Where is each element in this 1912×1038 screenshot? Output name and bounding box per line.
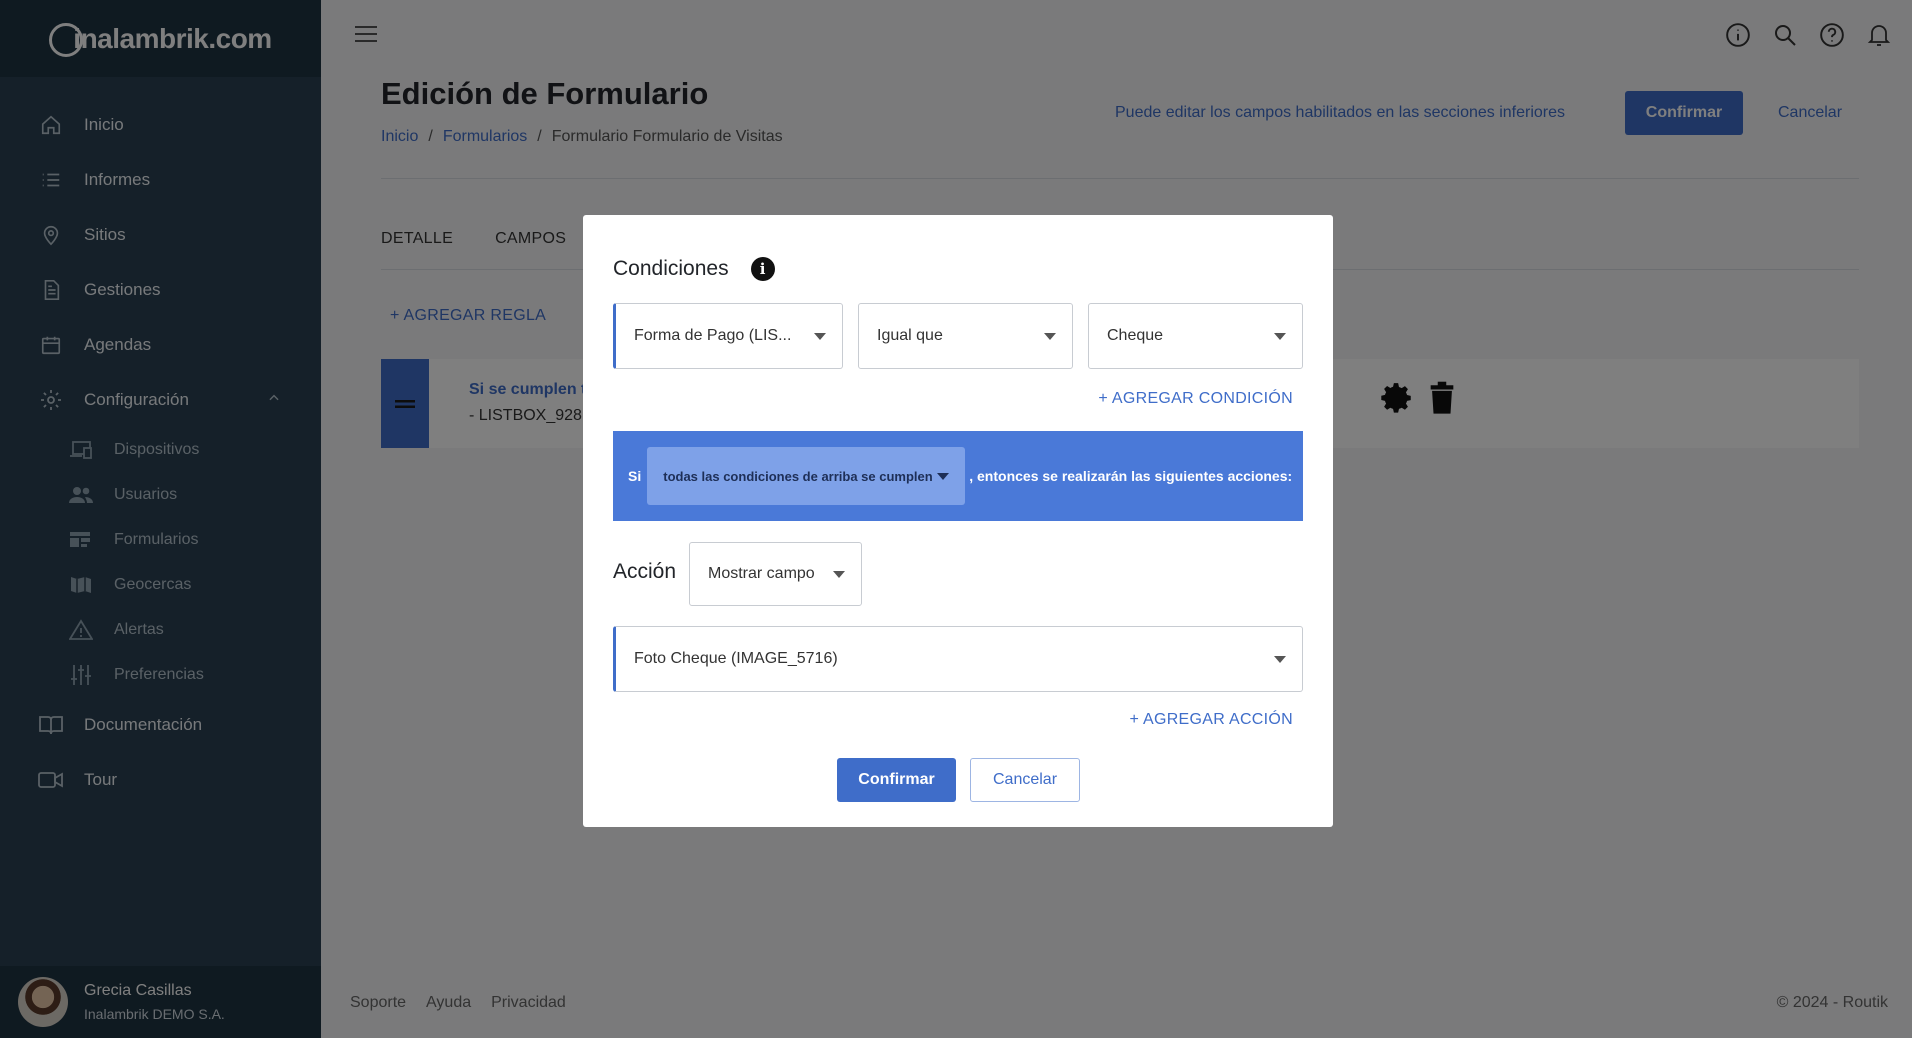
banner-suffix: , entonces se realizarán las siguientes … [969,468,1293,484]
modal-cancel-button[interactable]: Cancelar [970,758,1080,802]
chevron-down-icon [833,571,845,578]
match-mode-value: todas las condiciones de arriba se cumpl… [663,468,933,484]
add-condition-button[interactable]: + AGREGAR CONDICIÓN [1098,390,1293,408]
banner-prefix: Si [628,468,642,484]
condition-operator-select[interactable]: Igual que [858,303,1073,369]
info-icon[interactable]: i [750,257,775,281]
rule-logic-banner: Si todas las condiciones de arriba se cu… [613,431,1303,521]
chevron-down-icon [937,473,950,480]
condition-value-value: Cheque [1107,327,1164,344]
condition-field-select[interactable]: Forma de Pago (LIS... [613,303,843,369]
chevron-down-icon [1274,333,1286,340]
match-mode-select[interactable]: todas las condiciones de arriba se cumpl… [647,447,966,505]
chevron-down-icon [1274,656,1286,663]
chevron-down-icon [814,333,826,340]
modal-heading: Condiciones i [613,257,775,281]
modal-confirm-button[interactable]: Confirmar [837,758,956,802]
action-label: Acción [613,560,677,583]
action-type-select[interactable]: Mostrar campo [689,542,862,606]
condition-field-value: Forma de Pago (LIS... [634,327,792,344]
conditions-modal: Condiciones i Forma de Pago (LIS... Igua… [583,215,1333,827]
add-action-button[interactable]: + AGREGAR ACCIÓN [1129,711,1293,729]
modal-title: Condiciones [613,257,729,280]
condition-operator-value: Igual que [877,327,943,344]
target-field-value: Foto Cheque (IMAGE_5716) [634,650,838,667]
action-type-value: Mostrar campo [708,565,815,582]
target-field-select[interactable]: Foto Cheque (IMAGE_5716) [613,626,1303,692]
condition-value-select[interactable]: Cheque [1088,303,1303,369]
chevron-down-icon [1044,333,1056,340]
